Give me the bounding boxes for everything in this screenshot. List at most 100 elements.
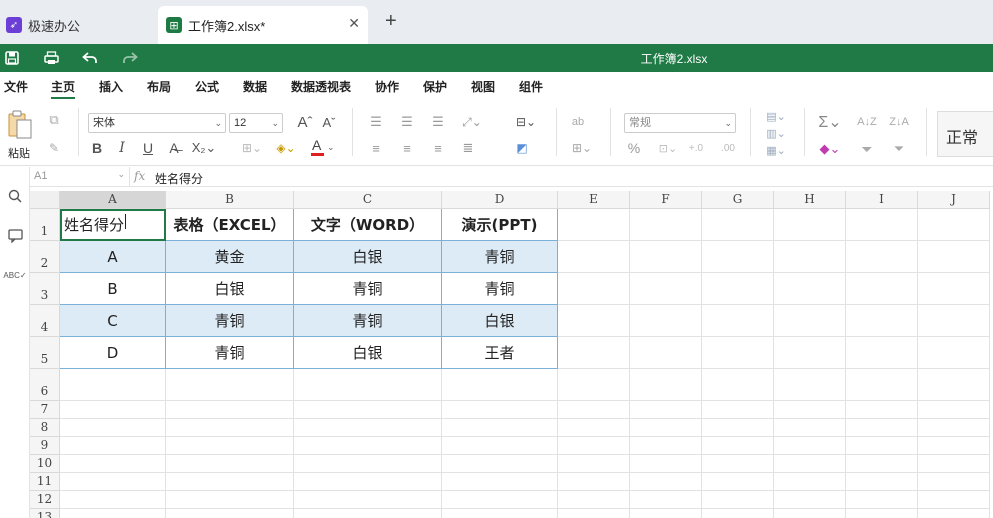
- cell-c13[interactable]: [294, 509, 442, 518]
- comment-icon[interactable]: [4, 225, 26, 247]
- cell-i7[interactable]: [846, 401, 918, 419]
- cell-h9[interactable]: [774, 437, 846, 455]
- cell-f10[interactable]: [630, 455, 702, 473]
- cell-h11[interactable]: [774, 473, 846, 491]
- cell-d1[interactable]: 演示(PPT): [442, 209, 558, 241]
- align-left-icon[interactable]: ≡: [366, 140, 386, 156]
- paste-label[interactable]: 粘贴: [8, 145, 30, 161]
- cell-f1[interactable]: [630, 209, 702, 241]
- cell-c6[interactable]: [294, 369, 442, 401]
- cell-d13[interactable]: [442, 509, 558, 518]
- menu-pivot-table[interactable]: 数据透视表: [291, 78, 351, 95]
- menu-protect[interactable]: 保护: [423, 78, 447, 95]
- format-painter-icon[interactable]: ✎: [45, 140, 63, 156]
- increase-font-icon[interactable]: Aˆ: [294, 112, 316, 132]
- cell-g11[interactable]: [702, 473, 774, 491]
- cell-f4[interactable]: [630, 305, 702, 337]
- cell-f11[interactable]: [630, 473, 702, 491]
- cell-d10[interactable]: [442, 455, 558, 473]
- name-box[interactable]: A1 ⌄: [30, 167, 130, 186]
- cell-j11[interactable]: [918, 473, 990, 491]
- wrap-text-icon[interactable]: ⊟⌄: [512, 114, 540, 130]
- close-icon[interactable]: ✕: [348, 15, 360, 32]
- align-right-icon[interactable]: ≡: [428, 140, 448, 156]
- cell-j8[interactable]: [918, 419, 990, 437]
- cell-f2[interactable]: [630, 241, 702, 273]
- fill-color-icon[interactable]: ◈⌄: [272, 138, 300, 158]
- column-header-f[interactable]: F: [630, 191, 702, 209]
- cell-j5[interactable]: [918, 337, 990, 369]
- cell-i11[interactable]: [846, 473, 918, 491]
- row-header-7[interactable]: 7: [30, 401, 60, 419]
- cell-c3[interactable]: 青铜: [294, 273, 442, 305]
- row-header-1[interactable]: 1: [30, 209, 60, 241]
- font-size-select[interactable]: 12 ⌄: [229, 113, 283, 133]
- menu-formula[interactable]: 公式: [195, 78, 219, 95]
- cell-f7[interactable]: [630, 401, 702, 419]
- cell-h4[interactable]: [774, 305, 846, 337]
- cell-b11[interactable]: [166, 473, 294, 491]
- column-header-i[interactable]: I: [846, 191, 918, 209]
- cell-f12[interactable]: [630, 491, 702, 509]
- cell-h8[interactable]: [774, 419, 846, 437]
- cell-g13[interactable]: [702, 509, 774, 518]
- cell-i1[interactable]: [846, 209, 918, 241]
- row-header-9[interactable]: 9: [30, 437, 60, 455]
- cell-a2[interactable]: A: [60, 241, 166, 273]
- spellcheck-icon[interactable]: ABC✓: [3, 264, 26, 286]
- cell-f9[interactable]: [630, 437, 702, 455]
- cell-e11[interactable]: [558, 473, 630, 491]
- cell-h2[interactable]: [774, 241, 846, 273]
- cell-e12[interactable]: [558, 491, 630, 509]
- cell-i6[interactable]: [846, 369, 918, 401]
- row-header-8[interactable]: 8: [30, 419, 60, 437]
- subscript-icon[interactable]: X₂⌄: [191, 138, 217, 158]
- cell-e3[interactable]: [558, 273, 630, 305]
- cell-i10[interactable]: [846, 455, 918, 473]
- row-header-5[interactable]: 5: [30, 337, 60, 369]
- cell-g9[interactable]: [702, 437, 774, 455]
- cell-e7[interactable]: [558, 401, 630, 419]
- percent-icon[interactable]: %: [624, 140, 644, 156]
- cell-f5[interactable]: [630, 337, 702, 369]
- cell-b8[interactable]: [166, 419, 294, 437]
- cell-c4[interactable]: 青铜: [294, 305, 442, 337]
- cell-i12[interactable]: [846, 491, 918, 509]
- cell-a12[interactable]: [60, 491, 166, 509]
- align-center-icon[interactable]: ≡: [397, 140, 417, 156]
- cell-b1[interactable]: 表格（EXCEL）: [166, 209, 294, 241]
- copy-icon[interactable]: ⧉: [45, 112, 63, 128]
- number-format-select[interactable]: 常规 ⌄: [624, 113, 736, 133]
- align-bottom-icon[interactable]: ☰: [428, 114, 448, 130]
- row-header-2[interactable]: 2: [30, 241, 60, 273]
- cell-i2[interactable]: [846, 241, 918, 273]
- select-all-corner[interactable]: [30, 191, 60, 209]
- cell-a1[interactable]: 姓名得分: [60, 209, 166, 241]
- cell-j7[interactable]: [918, 401, 990, 419]
- cell-g8[interactable]: [702, 419, 774, 437]
- cell-b9[interactable]: [166, 437, 294, 455]
- increase-decimal-icon[interactable]: +.0: [684, 140, 708, 156]
- cell-f3[interactable]: [630, 273, 702, 305]
- cell-f8[interactable]: [630, 419, 702, 437]
- decrease-decimal-icon[interactable]: .00: [716, 140, 740, 156]
- column-header-d[interactable]: D: [442, 191, 558, 209]
- menu-file[interactable]: 文件: [4, 78, 28, 95]
- cell-b3[interactable]: 白银: [166, 273, 294, 305]
- cell-i5[interactable]: [846, 337, 918, 369]
- cell-e2[interactable]: [558, 241, 630, 273]
- cell-d12[interactable]: [442, 491, 558, 509]
- filter-icon[interactable]: ⏷: [856, 140, 878, 158]
- cell-e10[interactable]: [558, 455, 630, 473]
- align-middle-icon[interactable]: ☰: [397, 114, 417, 130]
- cell-d2[interactable]: 青铜: [442, 241, 558, 273]
- clear-filter-icon[interactable]: ⏷: [888, 140, 910, 158]
- cell-j12[interactable]: [918, 491, 990, 509]
- cell-h10[interactable]: [774, 455, 846, 473]
- underline-icon[interactable]: U: [139, 138, 157, 158]
- row-header-10[interactable]: 10: [30, 455, 60, 473]
- cell-h12[interactable]: [774, 491, 846, 509]
- cell-f13[interactable]: [630, 509, 702, 518]
- cell-d8[interactable]: [442, 419, 558, 437]
- cell-h13[interactable]: [774, 509, 846, 518]
